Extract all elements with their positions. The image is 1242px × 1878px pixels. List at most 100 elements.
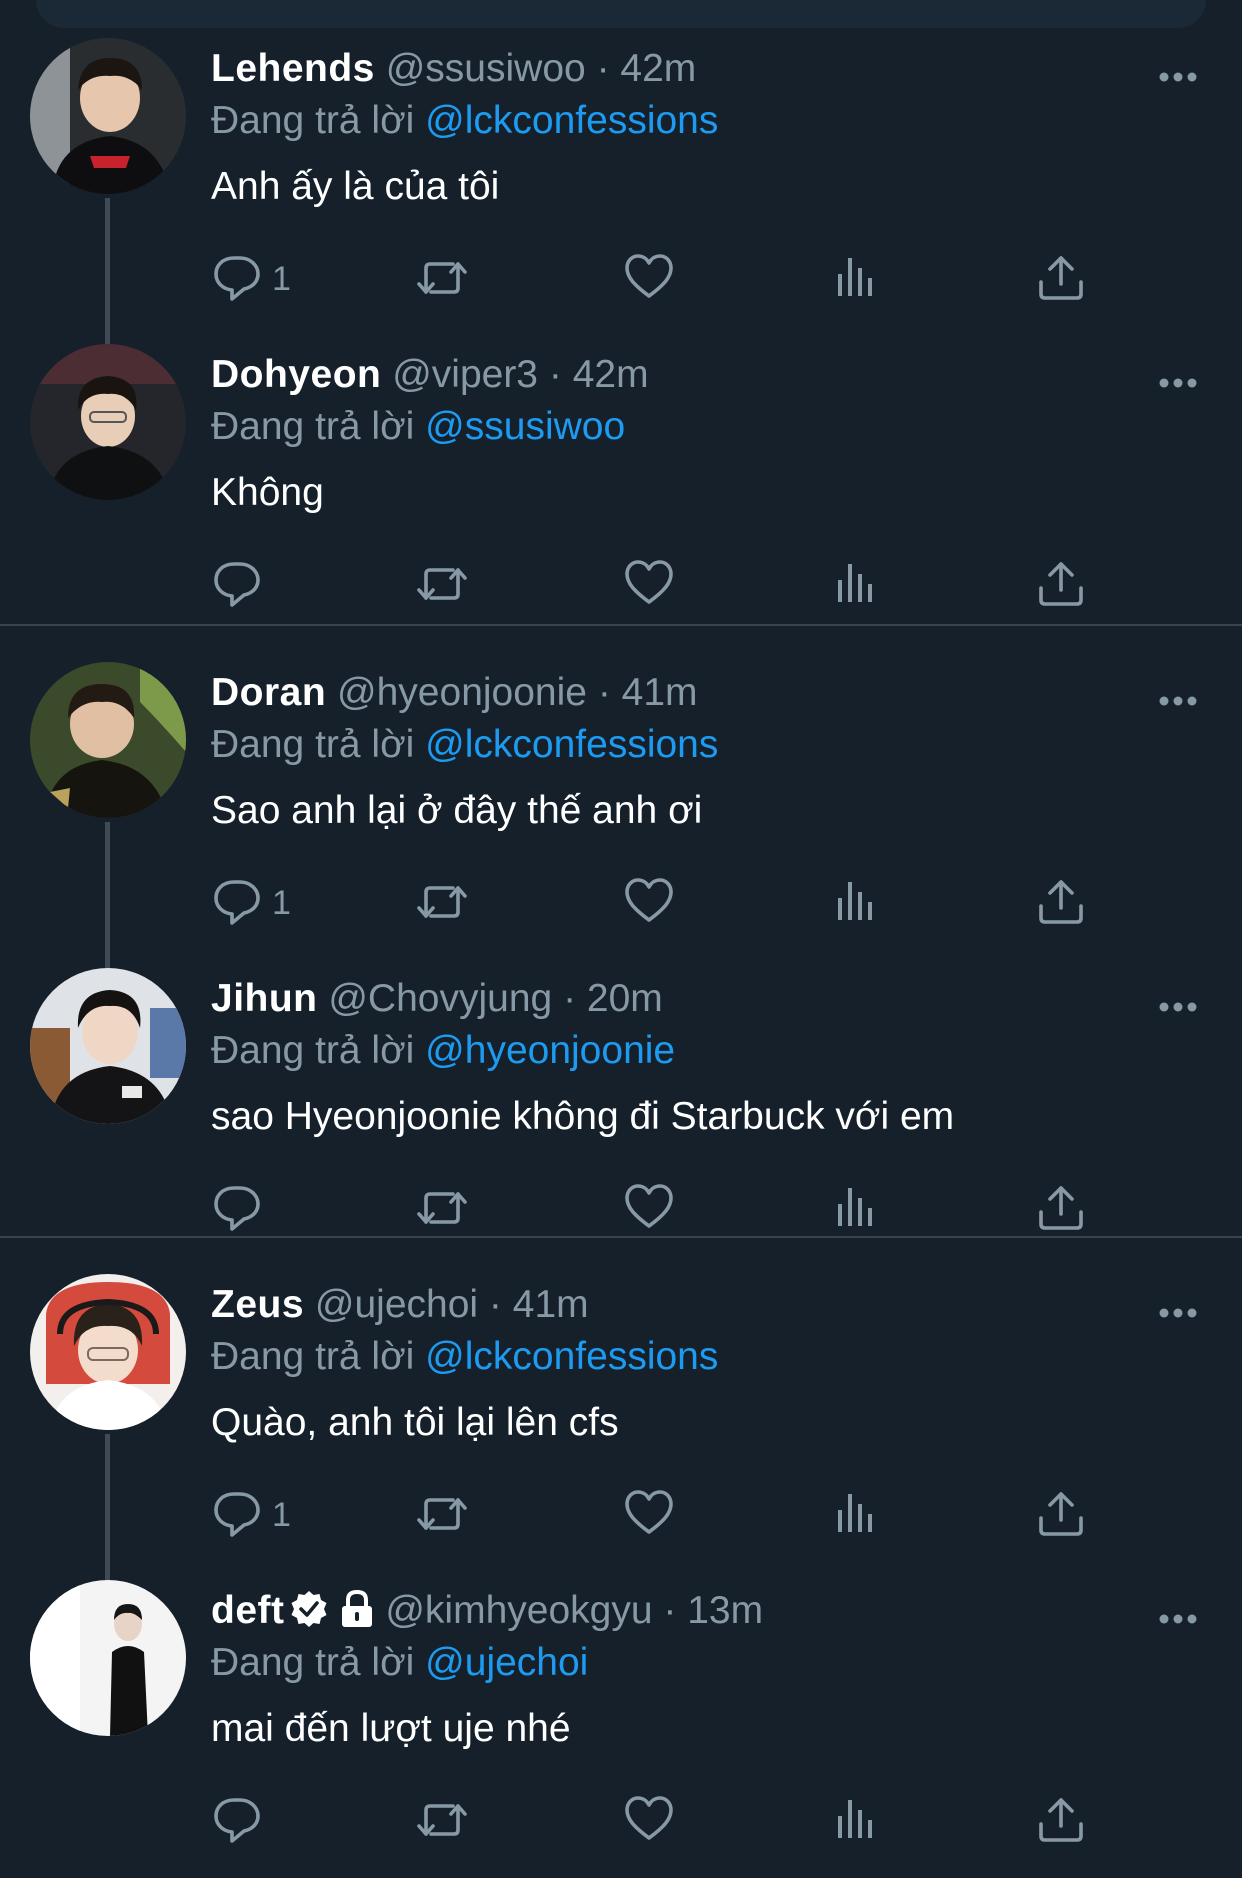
like-icon bbox=[625, 1796, 673, 1840]
views-button[interactable] bbox=[834, 1182, 878, 1238]
views-button[interactable] bbox=[834, 876, 878, 932]
reply-icon bbox=[214, 1492, 260, 1537]
thread-group-1: Lehends @ssusiwoo · 42m Đang trả lời @lc… bbox=[0, 30, 1242, 642]
user-handle[interactable]: @kimhyeokgyu bbox=[385, 1589, 652, 1632]
like-button[interactable] bbox=[624, 252, 674, 308]
tweet-header: Dohyeon @viper3 · 42m bbox=[211, 351, 649, 399]
separator-dot: · bbox=[548, 353, 562, 396]
display-name[interactable]: Jihun bbox=[211, 977, 318, 1020]
reply-button[interactable] bbox=[212, 1794, 262, 1850]
views-button[interactable] bbox=[834, 1794, 878, 1850]
share-button[interactable] bbox=[1036, 252, 1086, 308]
avatar[interactable] bbox=[30, 38, 186, 194]
share-button[interactable] bbox=[1036, 876, 1086, 932]
share-icon bbox=[1039, 562, 1083, 606]
thread-group-2: Doran @hyeonjoonie · 41m Đang trả lời @l… bbox=[0, 654, 1242, 1266]
top-bar bbox=[36, 0, 1206, 28]
views-icon bbox=[838, 882, 872, 920]
share-button[interactable] bbox=[1036, 1488, 1086, 1544]
tweet[interactable]: deft @kimhyeokgyu · 13m Đang trả lời @uj… bbox=[0, 1572, 1242, 1878]
more-button[interactable] bbox=[1158, 70, 1198, 84]
retweet-icon bbox=[417, 1192, 467, 1224]
reply-mention-link[interactable]: @ujechoi bbox=[425, 1641, 588, 1684]
avatar[interactable] bbox=[30, 1580, 186, 1736]
retweet-button[interactable] bbox=[417, 1794, 469, 1850]
more-button[interactable] bbox=[1158, 1306, 1198, 1320]
like-icon bbox=[625, 1490, 673, 1534]
more-button[interactable] bbox=[1158, 694, 1198, 708]
like-button[interactable] bbox=[624, 1182, 674, 1238]
timestamp[interactable]: 42m bbox=[573, 353, 649, 396]
share-button[interactable] bbox=[1036, 1182, 1086, 1238]
views-button[interactable] bbox=[834, 558, 878, 614]
reply-mention-link[interactable]: @lckconfessions bbox=[425, 723, 718, 766]
timestamp[interactable]: 42m bbox=[620, 47, 696, 90]
user-handle[interactable]: @ssusiwoo bbox=[386, 47, 586, 90]
reply-count: 1 bbox=[272, 1496, 291, 1534]
tweet-text: mai đến lượt uje nhé bbox=[211, 1707, 571, 1750]
lock-icon bbox=[339, 1589, 375, 1641]
share-icon bbox=[1039, 880, 1083, 924]
display-name[interactable]: Doran bbox=[211, 671, 326, 714]
user-handle[interactable]: @Chovyjung bbox=[328, 977, 552, 1020]
retweet-button[interactable] bbox=[417, 1488, 469, 1544]
user-handle[interactable]: @viper3 bbox=[392, 353, 538, 396]
reply-mention-link[interactable]: @ssusiwoo bbox=[425, 405, 625, 448]
user-handle[interactable]: @ujechoi bbox=[315, 1283, 478, 1326]
more-button[interactable] bbox=[1158, 1612, 1198, 1626]
display-name[interactable]: Lehends bbox=[211, 47, 375, 90]
share-button[interactable] bbox=[1036, 1794, 1086, 1850]
tweet-actions: 1 bbox=[210, 876, 1110, 932]
tweet-header: Zeus @ujechoi · 41m bbox=[211, 1281, 589, 1329]
reply-button[interactable] bbox=[212, 558, 262, 614]
separator-dot: · bbox=[597, 671, 611, 714]
display-name[interactable]: Zeus bbox=[211, 1283, 304, 1326]
timestamp[interactable]: 41m bbox=[622, 671, 698, 714]
reply-mention-link[interactable]: @hyeonjoonie bbox=[425, 1029, 675, 1072]
tweet[interactable]: Lehends @ssusiwoo · 42m Đang trả lời @lc… bbox=[0, 30, 1242, 374]
tweet[interactable]: Dohyeon @viper3 · 42m Đang trả lời @ssus… bbox=[0, 336, 1242, 642]
reply-icon bbox=[214, 562, 260, 607]
avatar[interactable] bbox=[30, 344, 186, 500]
more-button[interactable] bbox=[1158, 1000, 1198, 1014]
user-handle[interactable]: @hyeonjoonie bbox=[337, 671, 587, 714]
timestamp[interactable]: 13m bbox=[687, 1589, 763, 1632]
display-name[interactable]: Dohyeon bbox=[211, 353, 381, 396]
like-button[interactable] bbox=[624, 1794, 674, 1850]
more-button[interactable] bbox=[1158, 376, 1198, 390]
reply-button[interactable]: 1 bbox=[212, 252, 291, 308]
retweet-button[interactable] bbox=[417, 1182, 469, 1238]
like-button[interactable] bbox=[624, 558, 674, 614]
reply-button[interactable]: 1 bbox=[212, 1488, 291, 1544]
replying-to: Đang trả lời @lckconfessions bbox=[211, 97, 718, 145]
retweet-button[interactable] bbox=[417, 876, 469, 932]
tweet[interactable]: Doran @hyeonjoonie · 41m Đang trả lời @l… bbox=[0, 654, 1242, 998]
reply-button[interactable]: 1 bbox=[212, 876, 291, 932]
avatar[interactable] bbox=[30, 968, 186, 1124]
like-button[interactable] bbox=[624, 1488, 674, 1544]
reply-button[interactable] bbox=[212, 1182, 262, 1238]
reply-mention-link[interactable]: @lckconfessions bbox=[425, 1335, 718, 1378]
retweet-icon bbox=[417, 262, 467, 294]
avatar[interactable] bbox=[30, 1274, 186, 1430]
more-icon bbox=[1159, 1614, 1197, 1624]
retweet-button[interactable] bbox=[417, 252, 469, 308]
share-icon bbox=[1039, 1492, 1083, 1536]
tweet-actions: 1 bbox=[210, 252, 1110, 308]
reply-mention-link[interactable]: @lckconfessions bbox=[425, 99, 718, 142]
views-button[interactable] bbox=[834, 1488, 878, 1544]
more-icon bbox=[1159, 378, 1197, 388]
views-icon bbox=[838, 258, 872, 296]
tweet[interactable]: Zeus @ujechoi · 41m Đang trả lời @lckcon… bbox=[0, 1266, 1242, 1610]
timestamp[interactable]: 41m bbox=[513, 1283, 589, 1326]
thread-group-3: Zeus @ujechoi · 41m Đang trả lời @lckcon… bbox=[0, 1266, 1242, 1878]
views-button[interactable] bbox=[834, 252, 878, 308]
like-button[interactable] bbox=[624, 876, 674, 932]
retweet-button[interactable] bbox=[417, 558, 469, 614]
timestamp[interactable]: 20m bbox=[587, 977, 663, 1020]
share-button[interactable] bbox=[1036, 558, 1086, 614]
display-name[interactable]: deft bbox=[211, 1589, 285, 1632]
like-icon bbox=[625, 878, 673, 922]
avatar[interactable] bbox=[30, 662, 186, 818]
tweet[interactable]: Jihun @Chovyjung · 20m Đang trả lời @hye… bbox=[0, 960, 1242, 1266]
